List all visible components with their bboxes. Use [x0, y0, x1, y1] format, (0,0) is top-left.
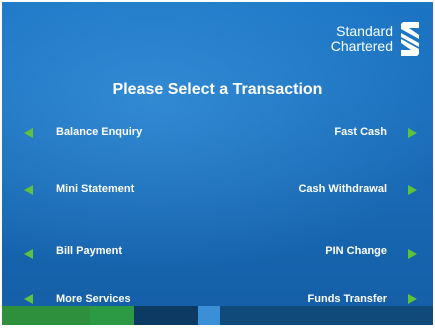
option-bill-payment[interactable]: Bill Payment [56, 245, 122, 257]
option-balance-enquiry[interactable]: Balance Enquiry [56, 126, 142, 138]
arrow-left-icon[interactable] [24, 185, 33, 195]
strip-segment [2, 306, 90, 325]
brand-line-2: Chartered [330, 38, 393, 54]
atm-screen: Standard Chartered Please Select a Trans… [2, 2, 433, 325]
brand-line-1: Standard [336, 23, 393, 39]
option-more-services[interactable]: More Services [56, 293, 131, 305]
arrow-right-icon[interactable] [408, 128, 417, 138]
standard-chartered-logo-icon [401, 22, 419, 56]
option-funds-transfer[interactable]: Funds Transfer [308, 293, 387, 305]
arrow-left-icon[interactable] [24, 249, 33, 259]
brand-name: Standard Chartered [331, 24, 393, 54]
arrow-right-icon[interactable] [408, 249, 417, 259]
brand-header: Standard Chartered [331, 20, 423, 58]
strip-segment [220, 306, 433, 325]
arrow-right-icon[interactable] [408, 294, 417, 304]
page-title: Please Select a Transaction [112, 81, 323, 98]
strip-segment [134, 306, 198, 325]
option-mini-statement[interactable]: Mini Statement [56, 183, 134, 195]
strip-segment [90, 306, 134, 325]
strip-segment [198, 306, 220, 325]
arrow-left-icon[interactable] [24, 294, 33, 304]
arrow-left-icon[interactable] [24, 128, 33, 138]
option-cash-withdrawal[interactable]: Cash Withdrawal [298, 183, 387, 195]
brand-color-strip [2, 306, 433, 325]
option-fast-cash[interactable]: Fast Cash [334, 126, 387, 138]
option-pin-change[interactable]: PIN Change [325, 245, 387, 257]
arrow-right-icon[interactable] [408, 185, 417, 195]
